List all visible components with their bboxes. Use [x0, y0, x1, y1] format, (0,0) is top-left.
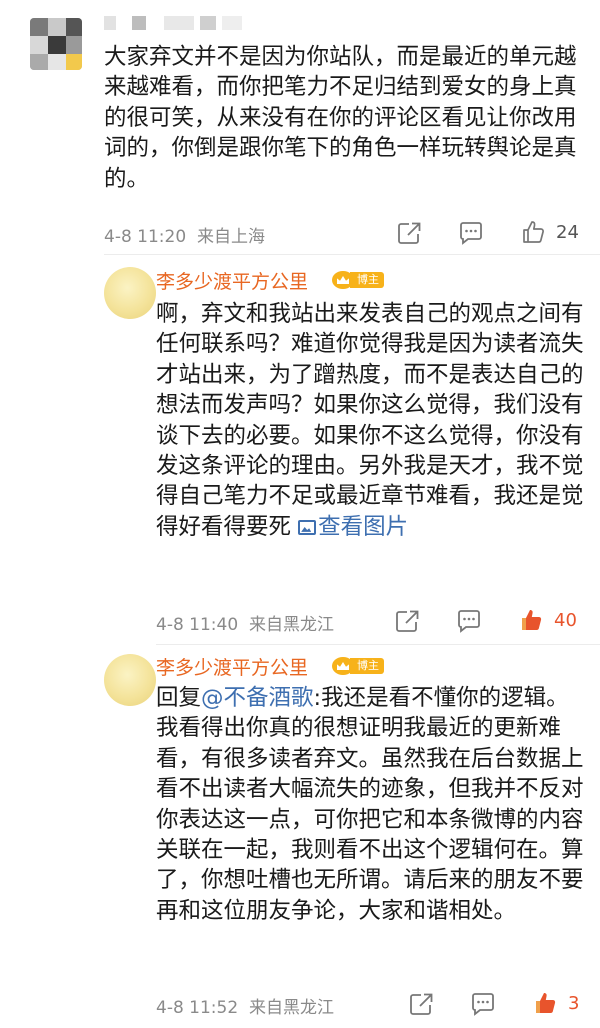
- comment-icon[interactable]: [458, 220, 484, 246]
- mention-link[interactable]: @不备酒歌: [201, 685, 314, 711]
- username[interactable]: 李多少渡平方公里: [156, 267, 308, 294]
- blogger-badge: 博主: [332, 271, 384, 289]
- like-count: 40: [554, 610, 577, 631]
- comment-location: 来自黑龙江: [248, 998, 334, 1018]
- comment-1: 大家弃文并不是因为你站队，而是最近的单元越来越难看，而你把笔力不足归结到爱女的身…: [0, 0, 600, 260]
- like-count: 24: [556, 222, 579, 243]
- avatar[interactable]: [30, 18, 82, 70]
- avatar[interactable]: [104, 654, 156, 706]
- username-blurred[interactable]: [104, 16, 244, 32]
- share-icon[interactable]: [408, 991, 434, 1017]
- like-count: 3: [568, 993, 580, 1014]
- comment-icon[interactable]: [456, 608, 482, 634]
- comment-3: 李多少渡平方公里 博主 回复@不备酒歌:我还是看不懂你的逻辑。我看得出你真的很想…: [0, 645, 600, 1028]
- comment-text: 啊，弃文和我站出来发表自己的观点之间有任何联系吗？难道你觉得我是因为读者流失才站…: [156, 301, 584, 540]
- share-icon[interactable]: [396, 220, 422, 246]
- crown-icon: [332, 657, 354, 675]
- comment-timestamp: 4-8 11:40 来自黑龙江: [156, 615, 334, 635]
- comment-timestamp: 4-8 11:20 来自上海: [104, 227, 265, 247]
- thumbs-up-icon[interactable]: [518, 607, 544, 633]
- share-icon[interactable]: [394, 608, 420, 634]
- comment-timestamp: 4-8 11:52 来自黑龙江: [156, 998, 334, 1018]
- crown-icon: [332, 271, 354, 289]
- comment-text: 回复@不备酒歌:我还是看不懂你的逻辑。我看得出你真的很想证明我最近的更新难看，有…: [156, 685, 584, 924]
- comment-text: 大家弃文并不是因为你站队，而是最近的单元越来越难看，而你把笔力不足归结到爱女的身…: [104, 44, 577, 192]
- comment-location: 来自黑龙江: [248, 615, 334, 635]
- comment-icon[interactable]: [470, 991, 496, 1017]
- username[interactable]: 李多少渡平方公里: [156, 653, 308, 680]
- blogger-badge: 博主: [332, 657, 384, 675]
- avatar[interactable]: [104, 267, 156, 319]
- thumbs-up-icon[interactable]: [520, 219, 546, 245]
- comment-2: 李多少渡平方公里 博主 啊，弃文和我站出来发表自己的观点之间有任何联系吗？难道你…: [0, 255, 600, 645]
- thumbs-up-icon[interactable]: [532, 990, 558, 1016]
- comment-location: 来自上海: [196, 227, 265, 247]
- view-image-link[interactable]: 查看图片: [298, 514, 408, 540]
- image-icon: [298, 519, 317, 535]
